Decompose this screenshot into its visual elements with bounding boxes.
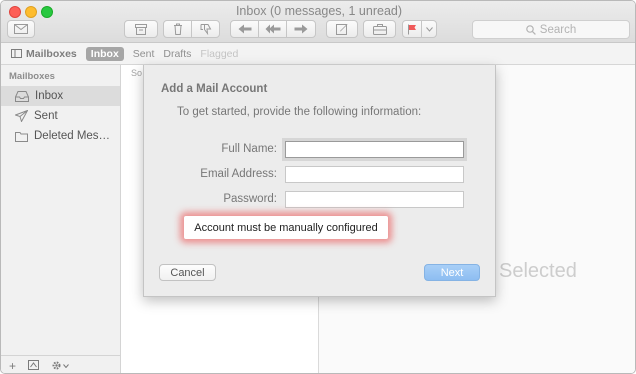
junk-button[interactable]	[191, 20, 220, 38]
add-account-dialog: Add a Mail Account To get started, provi…	[143, 65, 496, 297]
email-address-field[interactable]	[285, 166, 464, 183]
full-name-field[interactable]	[285, 141, 464, 158]
archive-button[interactable]	[124, 20, 158, 38]
flag-menu-button[interactable]	[421, 20, 437, 38]
get-mail-button[interactable]	[363, 20, 396, 38]
sidebar-item-deleted[interactable]: Deleted Mes…	[1, 126, 120, 146]
chevron-down-icon	[63, 363, 69, 368]
fav-flagged[interactable]: Flagged	[200, 48, 238, 60]
forward-button[interactable]	[286, 20, 316, 38]
gear-icon	[52, 361, 61, 370]
flag-button[interactable]	[402, 20, 422, 38]
archive-icon	[135, 23, 147, 35]
forward-arrow-icon	[294, 24, 308, 34]
fav-drafts[interactable]: Drafts	[163, 48, 191, 60]
delete-button[interactable]	[163, 20, 192, 38]
error-tooltip: Account must be manually configured	[184, 216, 388, 239]
reply-button[interactable]	[230, 20, 259, 38]
title-bar: Inbox (0 messages, 1 unread) Search	[1, 1, 635, 43]
pencil-square-icon	[336, 24, 348, 35]
sort-header[interactable]: So	[131, 68, 142, 78]
sidebar-item-sent[interactable]: Sent	[1, 106, 120, 126]
envelope-icon	[14, 24, 28, 34]
sidebar-header: Mailboxes	[9, 71, 55, 82]
fav-inbox[interactable]: Inbox	[85, 46, 124, 61]
add-mailbox-button[interactable]: +	[9, 359, 16, 373]
action-menu-button[interactable]	[51, 360, 69, 371]
reply-all-arrow-icon	[265, 24, 280, 34]
next-button[interactable]: Next	[424, 264, 480, 281]
show-activity-button[interactable]	[28, 359, 40, 373]
mailboxes-toggle-label: Mailboxes	[26, 47, 77, 60]
mailboxes-toggle[interactable]: Mailboxes	[11, 48, 77, 60]
sidebar: Mailboxes Inbox Sent Deleted Mes… +	[1, 65, 121, 373]
paper-plane-icon	[15, 110, 28, 122]
search-field[interactable]: Search	[472, 20, 630, 39]
search-placeholder: Search	[539, 23, 577, 36]
sidebar-item-label: Deleted Mes…	[34, 130, 111, 142]
reply-all-button[interactable]	[258, 20, 287, 38]
flag-icon	[408, 24, 416, 34]
new-note-button[interactable]	[326, 20, 358, 38]
sidebar-footer: +	[1, 355, 120, 373]
briefcase-icon	[372, 23, 387, 35]
no-selection-placeholder: Selected	[499, 260, 577, 282]
compose-button[interactable]	[7, 20, 35, 38]
thumbs-down-icon	[200, 24, 211, 35]
activity-icon	[28, 359, 40, 370]
favorites-bar: Mailboxes Inbox Sent Drafts Flagged	[1, 43, 635, 65]
window-title: Inbox (0 messages, 1 unread)	[235, 4, 403, 18]
dialog-subtitle: To get started, provide the following in…	[177, 106, 422, 118]
full-name-label: Full Name:	[221, 143, 277, 155]
reply-arrow-icon	[238, 24, 251, 34]
inbox-icon	[15, 90, 29, 102]
sidebar-item-inbox[interactable]: Inbox	[1, 86, 120, 106]
password-field[interactable]	[285, 191, 464, 208]
sidebar-item-label: Inbox	[35, 90, 64, 102]
sidebar-item-label: Sent	[34, 110, 58, 122]
sidebar-icon	[11, 49, 22, 58]
dialog-title: Add a Mail Account	[161, 83, 268, 95]
folder-icon	[15, 131, 28, 142]
password-label: Password:	[223, 193, 277, 205]
cancel-button[interactable]: Cancel	[159, 264, 216, 281]
search-icon	[525, 24, 536, 35]
chevron-down-icon	[425, 26, 433, 32]
mail-window: Inbox (0 messages, 1 unread) Search Mail…	[0, 0, 636, 374]
email-address-label: Email Address:	[200, 168, 277, 180]
trash-icon	[173, 23, 182, 35]
fav-sent[interactable]: Sent	[133, 48, 155, 60]
